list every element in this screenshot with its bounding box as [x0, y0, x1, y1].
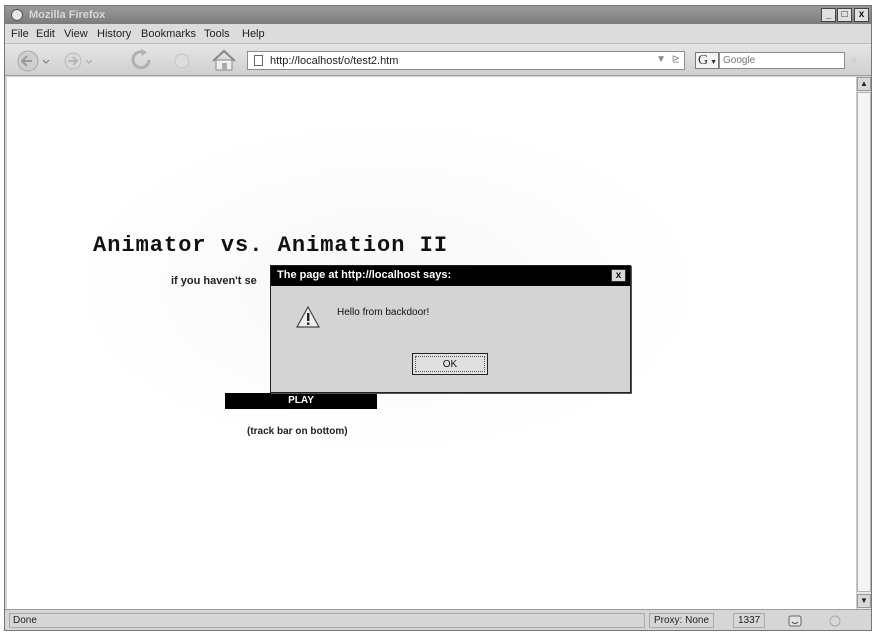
track-bar-note: (track bar on bottom)	[247, 426, 348, 437]
maximize-button[interactable]: □	[837, 8, 852, 22]
minimize-button[interactable]: _	[821, 8, 836, 22]
chevron-down-icon: ▼	[710, 58, 717, 66]
feed-icon[interactable]: ⊵	[672, 54, 680, 65]
dialog-title: The page at http://localhost says:	[277, 269, 452, 281]
dialog-message: Hello from backdoor!	[337, 307, 430, 318]
reload-icon[interactable]	[129, 48, 157, 72]
home-icon[interactable]	[210, 48, 238, 72]
menu-history[interactable]: History	[97, 28, 131, 40]
status-widget-icon[interactable]	[787, 614, 803, 628]
vertical-scrollbar[interactable]: ▲ ▼	[856, 77, 871, 609]
search-field[interactable]	[719, 52, 845, 69]
browser-window: Mozilla Firefox _ □ x File Edit View His…	[4, 5, 872, 631]
search-engine-icon: G	[698, 53, 709, 68]
proxy-status[interactable]: Proxy: None	[649, 613, 715, 628]
dialog-title-bar[interactable]: The page at http://localhost says: x	[271, 266, 630, 286]
dialog-close-button[interactable]: x	[611, 269, 626, 282]
navigation-toolbar: http://localhost/o/test2.htm ▼ ⊵ G ▼ ⌕	[5, 44, 871, 76]
menu-bookmarks[interactable]: Bookmarks	[141, 28, 196, 40]
status-bar: Done Proxy: None 1337	[5, 609, 871, 630]
menu-edit[interactable]: Edit	[36, 28, 55, 40]
scroll-thumb[interactable]	[857, 92, 871, 592]
ok-button[interactable]: OK	[412, 353, 488, 375]
alert-dialog: The page at http://localhost says: x Hel…	[270, 265, 631, 393]
addon-status-icon[interactable]	[827, 614, 843, 628]
url-text[interactable]: http://localhost/o/test2.htm	[270, 55, 398, 67]
page-icon	[254, 55, 263, 66]
menu-bar: File Edit View History Bookmarks Tools H…	[5, 24, 871, 44]
scroll-up-icon[interactable]: ▲	[857, 77, 871, 91]
port-status: 1337	[733, 613, 766, 628]
scroll-down-icon[interactable]: ▼	[857, 594, 871, 608]
stop-icon[interactable]	[170, 52, 194, 70]
menu-view[interactable]: View	[64, 28, 88, 40]
url-bar[interactable]: http://localhost/o/test2.htm ▼ ⊵	[247, 51, 685, 70]
page-heading: Animator vs. Animation II	[93, 233, 449, 258]
warning-icon	[296, 306, 320, 328]
back-icon[interactable]	[17, 50, 51, 72]
status-text: Done	[9, 613, 645, 628]
menu-file[interactable]: File	[11, 28, 29, 40]
window-title: Mozilla Firefox	[29, 9, 106, 21]
menu-tools[interactable]: Tools	[204, 28, 230, 40]
search-input[interactable]	[723, 53, 844, 68]
firefox-icon	[11, 9, 23, 21]
forward-icon[interactable]	[63, 51, 97, 71]
search-go-icon[interactable]: ⌕	[851, 54, 857, 67]
menu-help[interactable]: Help	[242, 28, 265, 40]
search-engine-button[interactable]: G ▼	[695, 52, 719, 69]
play-button[interactable]: PLAY	[225, 393, 377, 409]
page-subtext: if you haven't se	[171, 275, 257, 287]
title-bar[interactable]: Mozilla Firefox _ □ x	[5, 6, 871, 24]
go-arrow-icon[interactable]: ▼	[656, 54, 666, 65]
close-button[interactable]: x	[854, 8, 869, 22]
